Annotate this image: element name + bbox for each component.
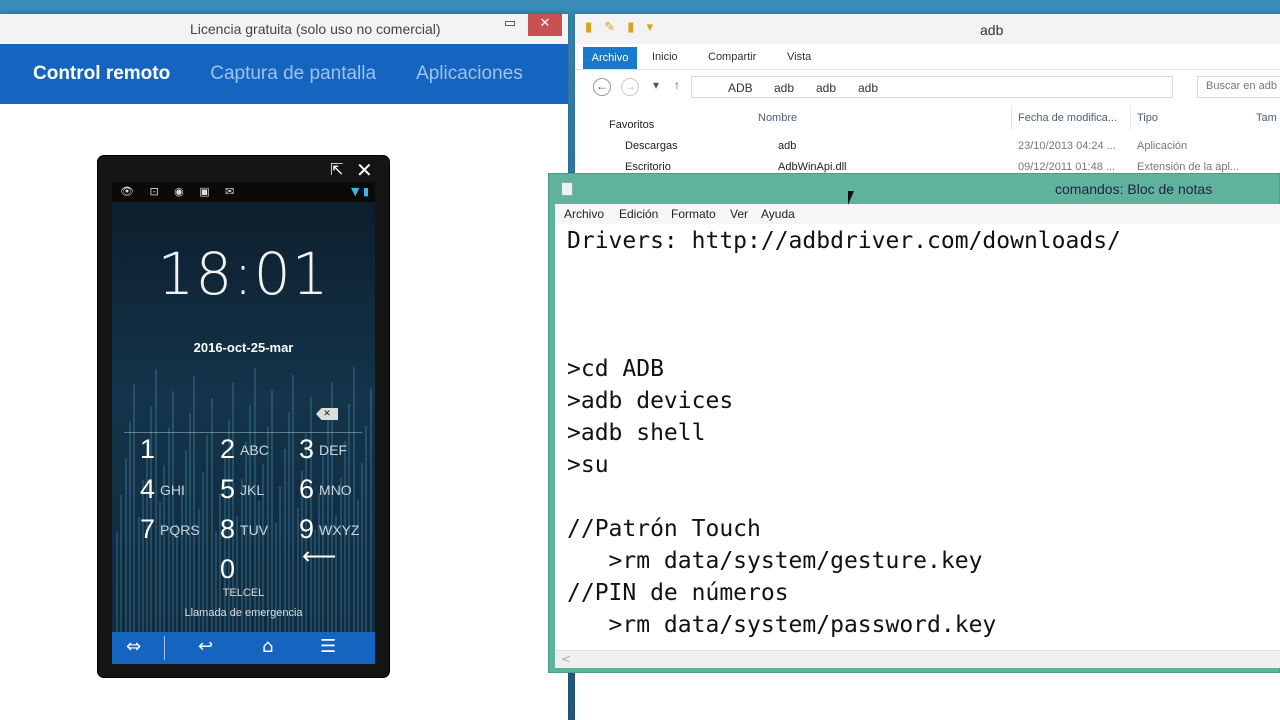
back-icon[interactable]: ↩ — [198, 636, 213, 657]
forward-nav-icon[interactable]: → — [621, 78, 639, 96]
key-1[interactable]: 1 — [140, 434, 220, 472]
col-divider — [1130, 106, 1131, 130]
notepad-line: >rm data/system/gesture.key — [567, 548, 983, 574]
notepad-line: //PIN de números — [567, 580, 789, 606]
notepad-line: Drivers: http://adbdriver.com/downloads/ — [567, 228, 1121, 254]
notepad-line: >adb devices — [567, 388, 734, 414]
menu-archivo[interactable]: Archivo — [564, 207, 604, 221]
mouse-cursor-icon — [848, 191, 854, 205]
carrier-label: TELCEL — [222, 587, 265, 599]
search-box[interactable]: Buscar en adb — [1197, 76, 1280, 98]
recent-dropdown-icon[interactable]: ▾ — [647, 78, 665, 96]
ribbon-tab-archivo[interactable]: Archivo — [583, 47, 637, 69]
remote-tabs: Control remoto Captura de pantalla Aplic… — [0, 44, 568, 104]
status-icons: 👁 ⊡ ◉ ▣ ✉ — [120, 185, 241, 198]
explorer-titlebar: ▮ ✎ ▮ ▾ adb — [575, 14, 1280, 44]
key-5[interactable]: 5 JKL — [220, 474, 300, 512]
notepad-titlebar: comandos: Bloc de notas — [549, 174, 1279, 204]
wallpaper-bar — [124, 458, 127, 652]
ribbon-tabs: Archivo Inicio Compartir Vista — [575, 46, 1280, 70]
wallpaper-bar — [120, 495, 123, 652]
col-divider — [1011, 106, 1012, 130]
notepad-line: >cd ADB — [567, 356, 664, 382]
phone-screen[interactable]: 👁 ⊡ ◉ ▣ ✉ ▼ ▮ 18:01 2016-oct-25-mar ✕ 1 … — [112, 182, 375, 652]
key-8[interactable]: 8 TUV — [220, 514, 300, 552]
notepad-menubar: Archivo Edición Formato Ver Ayuda — [555, 204, 1280, 224]
ribbon-tab-compartir[interactable]: Compartir — [708, 51, 756, 63]
breadcrumb-adb-3[interactable]: adb — [816, 81, 836, 95]
horizontal-scrollbar[interactable]: < — [555, 650, 1280, 668]
key-3[interactable]: 3 DEF — [299, 434, 375, 472]
menu-formato[interactable]: Formato — [671, 207, 716, 221]
address-bar-row: ← → ▾ ↑ ADB adb adb adb Buscar en adb — [575, 70, 1280, 104]
col-nombre[interactable]: Nombre — [758, 112, 797, 124]
close-button[interactable]: ✕ — [528, 14, 562, 36]
minimize-button[interactable]: ▭ — [495, 14, 525, 36]
col-fecha[interactable]: Fecha de modifica... — [1018, 112, 1117, 124]
menu-ayuda[interactable]: Ayuda — [761, 207, 795, 221]
nav-descargas[interactable]: Descargas — [625, 140, 678, 152]
tab-control-remoto[interactable]: Control remoto — [33, 63, 170, 85]
key-4[interactable]: 4 GHI — [140, 474, 220, 512]
explorer-title: adb — [980, 22, 1004, 38]
up-icon[interactable]: ↑ — [668, 78, 686, 96]
notepad-line: >adb shell — [567, 420, 706, 446]
quick-access-toolbar[interactable]: ▮ ✎ ▮ ▾ — [585, 20, 657, 35]
phone-frame: ⇱ ✕ 👁 ⊡ ◉ ▣ ✉ ▼ ▮ 18:01 2016-oct-25-mar … — [97, 155, 390, 678]
lockscreen-date: 2016-oct-25-mar — [193, 340, 294, 355]
nav-escritorio[interactable]: Escritorio — [625, 161, 671, 173]
status-bar: 👁 ⊡ ◉ ▣ ✉ ▼ ▮ — [112, 182, 375, 202]
remote-titlebar: Licencia gratuita (solo uso no comercial… — [0, 14, 568, 44]
phone-topbar: ⇱ ✕ — [98, 156, 389, 182]
nav-divider — [164, 636, 165, 660]
pin-entry-line — [124, 432, 362, 433]
wifi-battery-icon: ▼ ▮ — [350, 185, 369, 198]
address-box[interactable]: ADB adb adb adb — [691, 76, 1173, 98]
breadcrumb-adb-4[interactable]: adb — [858, 81, 878, 95]
home-icon[interactable]: ⌂ — [262, 636, 273, 657]
tab-aplicaciones[interactable]: Aplicaciones — [416, 63, 523, 85]
ribbon-tab-vista[interactable]: Vista — [787, 51, 811, 63]
notepad-text-area[interactable]: Drivers: http://adbdriver.com/downloads/… — [555, 224, 1280, 654]
nav-favoritos[interactable]: Favoritos — [609, 119, 654, 131]
remote-control-window: Licencia gratuita (solo uso no comercial… — [0, 14, 568, 720]
tab-captura-pantalla[interactable]: Captura de pantalla — [210, 63, 376, 85]
phone-navbar: ⇔ ↩ ⌂ ☰ — [112, 632, 375, 664]
key-2[interactable]: 2 ABC — [220, 434, 300, 472]
popout-icon[interactable]: ⇱ — [330, 160, 348, 179]
notepad-line: >su — [567, 452, 609, 478]
lockscreen-clock: 18:01 — [157, 240, 330, 308]
breadcrumb-adb-1[interactable]: ADB — [728, 81, 753, 95]
col-tam[interactable]: Tam — [1256, 112, 1277, 124]
key-7[interactable]: 7 PQRS — [140, 514, 220, 552]
breadcrumb-adb-2[interactable]: adb — [774, 81, 794, 95]
scroll-left-icon[interactable]: < — [561, 652, 571, 666]
emergency-call-link[interactable]: Llamada de emergencia — [112, 607, 375, 619]
phone-close-icon[interactable]: ✕ — [356, 158, 373, 182]
menu-edicion[interactable]: Edición — [619, 207, 658, 221]
notepad-icon — [561, 182, 573, 196]
notepad-line: >rm data/system/password.key — [567, 612, 997, 638]
col-tipo[interactable]: Tipo — [1137, 112, 1158, 124]
enter-icon[interactable]: ⟵ — [302, 542, 336, 570]
notepad-window: comandos: Bloc de notas Archivo Edición … — [548, 173, 1280, 673]
menu-icon[interactable]: ☰ — [320, 636, 336, 657]
notepad-title: comandos: Bloc de notas — [1055, 181, 1213, 197]
back-nav-icon[interactable]: ← — [593, 78, 611, 96]
remote-window-title: Licencia gratuita (solo uso no comercial… — [190, 21, 441, 37]
key-6[interactable]: 6 MNO — [299, 474, 375, 512]
menu-ver[interactable]: Ver — [730, 207, 748, 221]
ribbon-tab-inicio[interactable]: Inicio — [652, 51, 678, 63]
notepad-line: //Patrón Touch — [567, 516, 761, 542]
teamviewer-icon[interactable]: ⇔ — [126, 636, 141, 657]
